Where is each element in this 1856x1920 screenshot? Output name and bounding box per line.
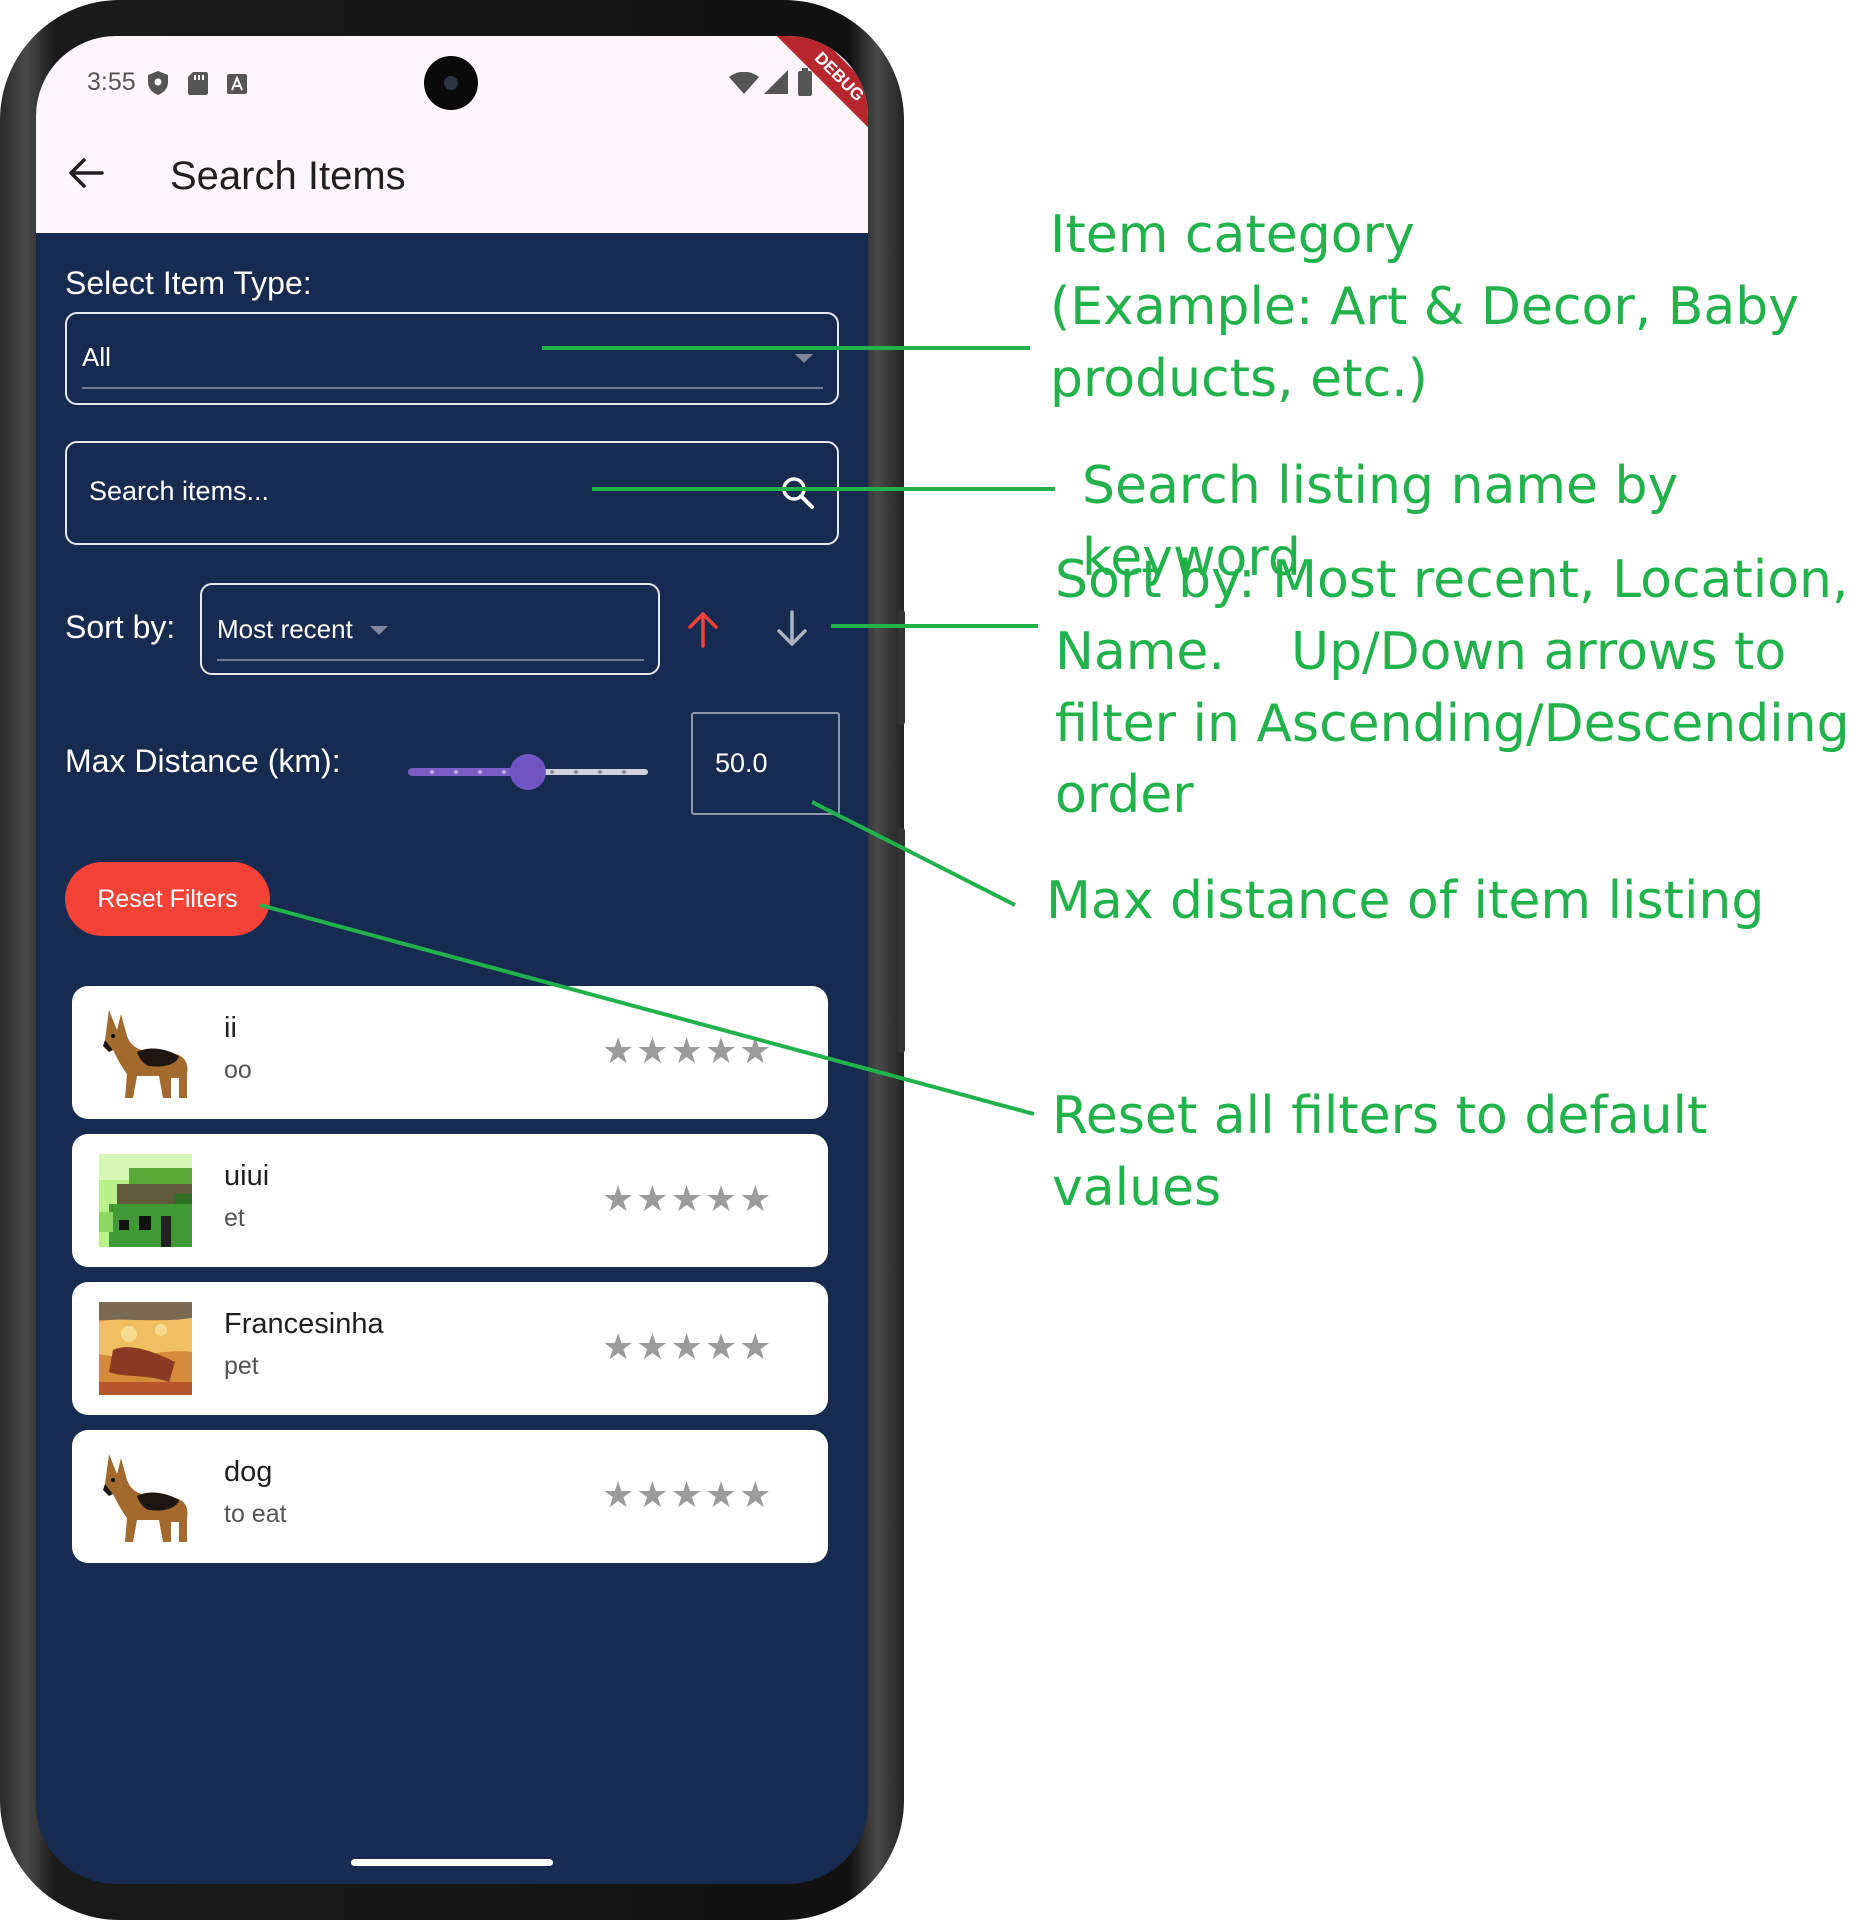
annotation-sort: Sort by: Most recent, Location, Name. Up… [1055,545,1850,832]
annotation-line-distance [811,800,1016,907]
annotation-category: Item category (Example: Art & Decor, Bab… [1050,200,1799,415]
annotation-line-reset [259,903,1035,1116]
annotation-sort-line2: Name. Up/Down arrows to [1055,621,1787,682]
annotation-category-line3: products, etc.) [1050,348,1428,409]
annotation-reset: Reset all filters to default values [1052,1086,1708,1218]
annotation-sort-line1: Sort by: Most recent, Location, [1055,550,1849,610]
annotation-category-line2: (Example: Art & Decor, Baby [1050,276,1800,337]
annotation-sort-line4: order [1055,765,1194,826]
annotation-sort-line3: filter in Ascending/Descending [1055,693,1850,754]
annotation-category-line1: Item category [1050,205,1415,265]
annotation-distance: Max distance of item listing [1046,871,1765,931]
